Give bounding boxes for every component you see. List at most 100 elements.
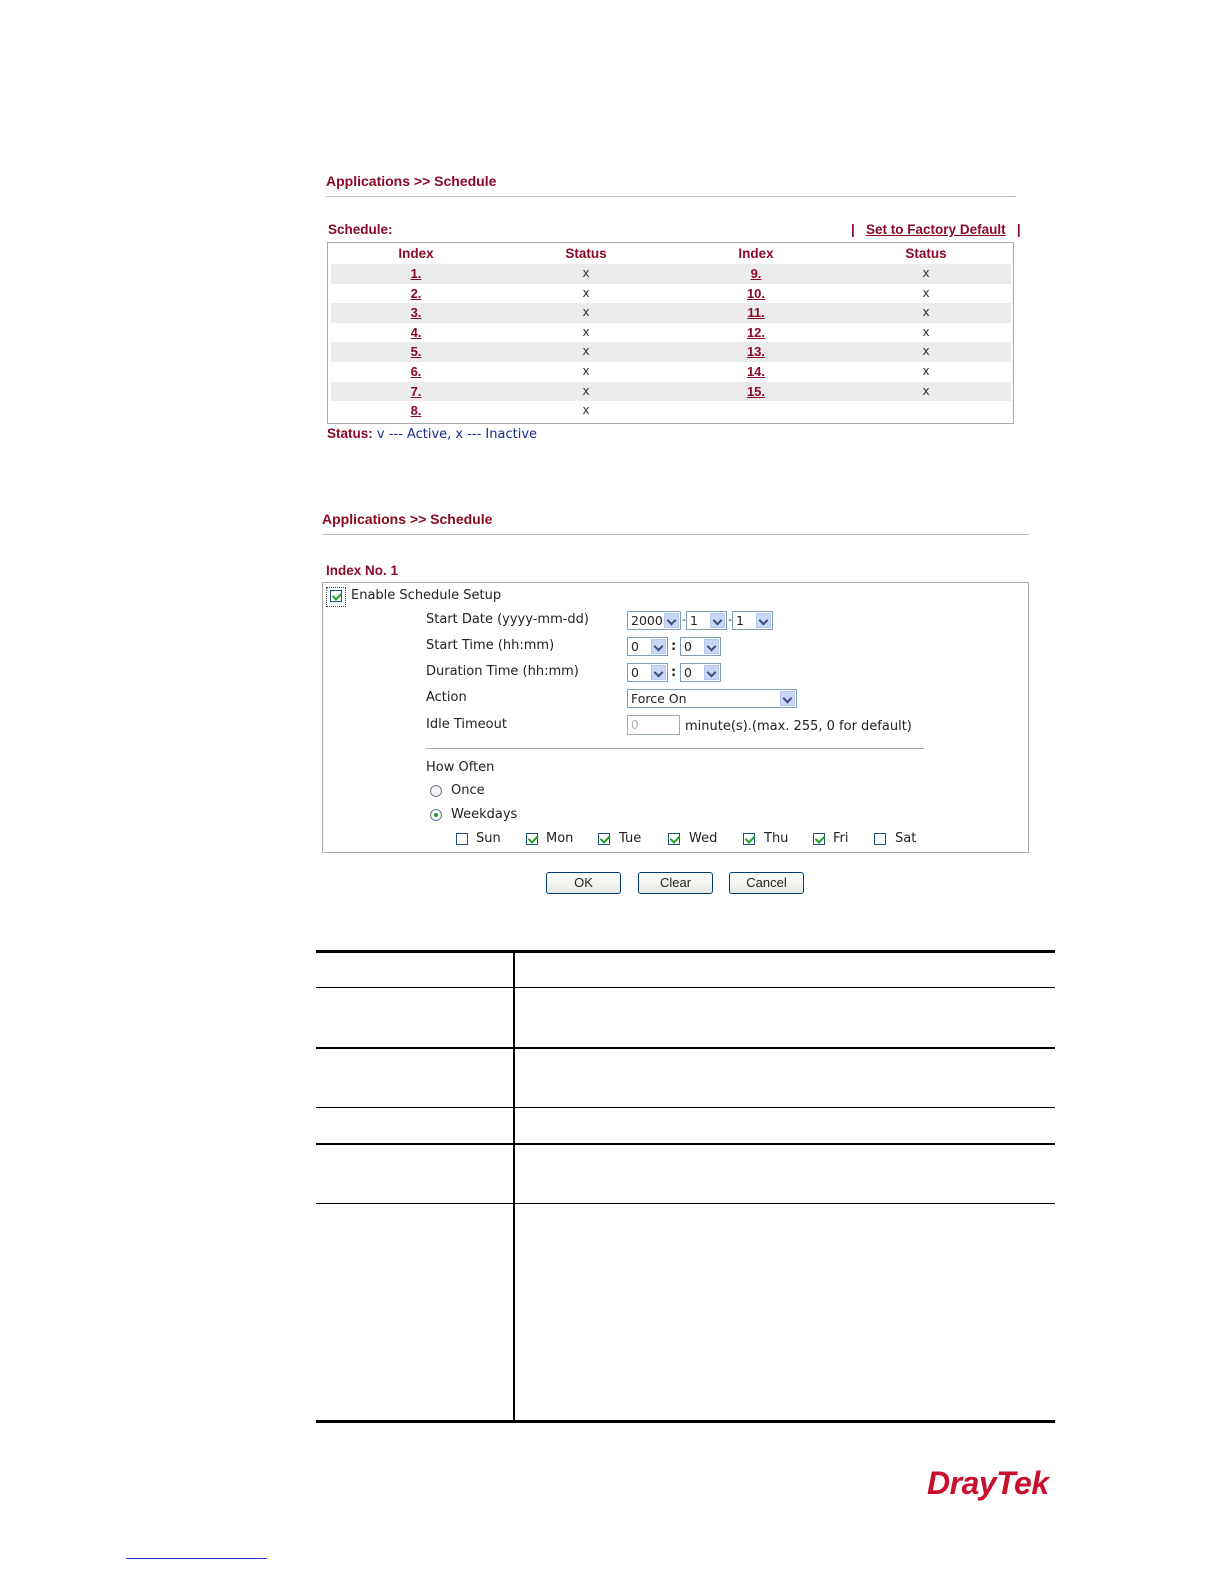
start-time-label: Start Time (hh:mm) xyxy=(426,638,555,653)
weekdays-radio[interactable] xyxy=(430,809,442,821)
table-row-border xyxy=(316,1203,1055,1204)
legend-label: Status: xyxy=(327,426,373,441)
schedule-index-link[interactable]: 11. xyxy=(671,303,841,323)
factory-default-bar: | Set to Factory Default | xyxy=(851,222,1021,237)
chevron-down-icon xyxy=(651,665,666,680)
status-value: x xyxy=(582,383,590,398)
day-sun-checkbox[interactable] xyxy=(456,833,468,845)
start-minute-select[interactable]: 0 xyxy=(680,637,721,656)
table-row-border xyxy=(316,987,1055,988)
chevron-down-icon xyxy=(710,613,725,628)
table-row-border xyxy=(316,1143,1055,1145)
schedule-index-link[interactable]: 7. xyxy=(331,382,501,402)
chevron-down-icon xyxy=(780,691,795,706)
schedule-index-link[interactable]: 12. xyxy=(671,323,841,343)
day-thu-label: Thu xyxy=(764,831,789,846)
duration-hour-value: 0 xyxy=(631,665,639,680)
action-select[interactable]: Force On xyxy=(627,689,797,708)
table-row-border xyxy=(316,1047,1055,1049)
day-fri-checkbox[interactable] xyxy=(813,833,825,845)
set-factory-default-link[interactable]: Set to Factory Default xyxy=(866,222,1006,237)
status-value: x xyxy=(922,266,930,280)
chevron-down-icon xyxy=(756,613,771,628)
table-row: 4. x 12. x xyxy=(331,323,1011,343)
start-day-select[interactable]: 1 xyxy=(732,611,773,630)
duration-hour-select[interactable]: 0 xyxy=(627,663,668,682)
start-hour-value: 0 xyxy=(631,639,639,654)
header-status: Status xyxy=(905,246,947,261)
action-label: Action xyxy=(426,690,467,705)
once-label: Once xyxy=(451,783,485,798)
status-value: x xyxy=(582,305,590,320)
table-bottom-border xyxy=(316,1420,1055,1423)
breadcrumb-schedule-list: Applications >> Schedule xyxy=(326,173,497,189)
status-value: x xyxy=(582,266,590,280)
cancel-button[interactable]: Cancel xyxy=(729,872,804,894)
day-mon-label: Mon xyxy=(546,831,574,846)
day-tue-checkbox[interactable] xyxy=(598,833,610,845)
legend-text: v --- Active, x --- Inactive xyxy=(372,427,538,442)
schedule-index-link[interactable]: 6. xyxy=(331,362,501,382)
draytek-logo: DrayTek xyxy=(927,1465,1049,1501)
clear-button[interactable]: Clear xyxy=(638,872,713,894)
chevron-down-icon xyxy=(664,613,679,628)
status-value: x xyxy=(922,285,930,300)
idle-timeout-label: Idle Timeout xyxy=(426,717,507,732)
chevron-down-icon xyxy=(704,665,719,680)
schedule-label: Schedule: xyxy=(328,222,393,237)
status-value: x xyxy=(582,285,590,300)
index-title: Index No. 1 xyxy=(326,563,399,578)
day-sat-checkbox[interactable] xyxy=(874,833,886,845)
table-row-border xyxy=(316,1107,1055,1108)
weekdays-label: Weekdays xyxy=(451,807,518,822)
schedule-index-link[interactable]: 10. xyxy=(671,284,841,304)
footer-rule xyxy=(126,1558,267,1559)
start-month-value: 1 xyxy=(690,613,698,628)
header-index: Index xyxy=(398,246,434,261)
schedule-index-link[interactable]: 1. xyxy=(331,264,501,284)
schedule-index-link[interactable]: 5. xyxy=(331,342,501,362)
schedule-index-link[interactable]: 8. xyxy=(331,401,501,421)
duration-minute-select[interactable]: 0 xyxy=(680,663,721,682)
header-index: Index xyxy=(738,246,774,261)
day-mon-checkbox[interactable] xyxy=(526,833,538,845)
enable-schedule-checkbox[interactable] xyxy=(330,590,342,602)
start-year-select[interactable]: 2000 xyxy=(627,611,681,630)
time-separator: : xyxy=(671,665,677,680)
idle-timeout-input[interactable]: 0 xyxy=(627,715,680,735)
header-status: Status xyxy=(565,246,607,261)
table-column-divider xyxy=(513,952,515,1422)
status-value: x xyxy=(582,344,590,359)
table-top-border xyxy=(316,950,1055,953)
status-value: x xyxy=(922,364,930,378)
schedule-index-link[interactable]: 9. xyxy=(671,264,841,284)
table-row: 3. x 11. x xyxy=(331,303,1011,323)
status-value: x xyxy=(922,305,930,320)
day-sat-label: Sat xyxy=(895,831,917,846)
breadcrumb-schedule-edit: Applications >> Schedule xyxy=(322,511,493,527)
day-fri-label: Fri xyxy=(833,831,849,846)
start-hour-select[interactable]: 0 xyxy=(627,637,668,656)
schedule-index-link[interactable]: 13. xyxy=(671,342,841,362)
schedule-index-link[interactable]: 2. xyxy=(331,284,501,304)
day-wed-checkbox[interactable] xyxy=(668,833,680,845)
schedule-index-link[interactable]: 4. xyxy=(331,323,501,343)
table-row: 7. x 15. x xyxy=(331,381,1011,402)
chevron-down-icon xyxy=(651,639,666,654)
schedule-index-link[interactable]: 3. xyxy=(331,303,501,323)
table-row: 2. x 10. x xyxy=(331,284,1011,304)
schedule-index-link[interactable]: 14. xyxy=(671,362,841,382)
divider xyxy=(322,534,1029,535)
day-tue-label: Tue xyxy=(619,831,642,846)
divider xyxy=(326,196,1015,197)
separator: | xyxy=(1016,222,1021,237)
ok-button[interactable]: OK xyxy=(546,872,621,894)
schedule-index-link[interactable]: 15. xyxy=(671,382,841,402)
once-radio[interactable] xyxy=(430,785,442,797)
status-value: x xyxy=(582,403,590,418)
table-row: 5. x 13. x xyxy=(331,342,1011,362)
start-month-select[interactable]: 1 xyxy=(686,611,727,630)
start-year-value: 2000 xyxy=(631,613,663,628)
schedule-table: Index Status Index Status 1. x 9. x 2. x… xyxy=(327,242,1014,424)
day-thu-checkbox[interactable] xyxy=(743,833,755,845)
